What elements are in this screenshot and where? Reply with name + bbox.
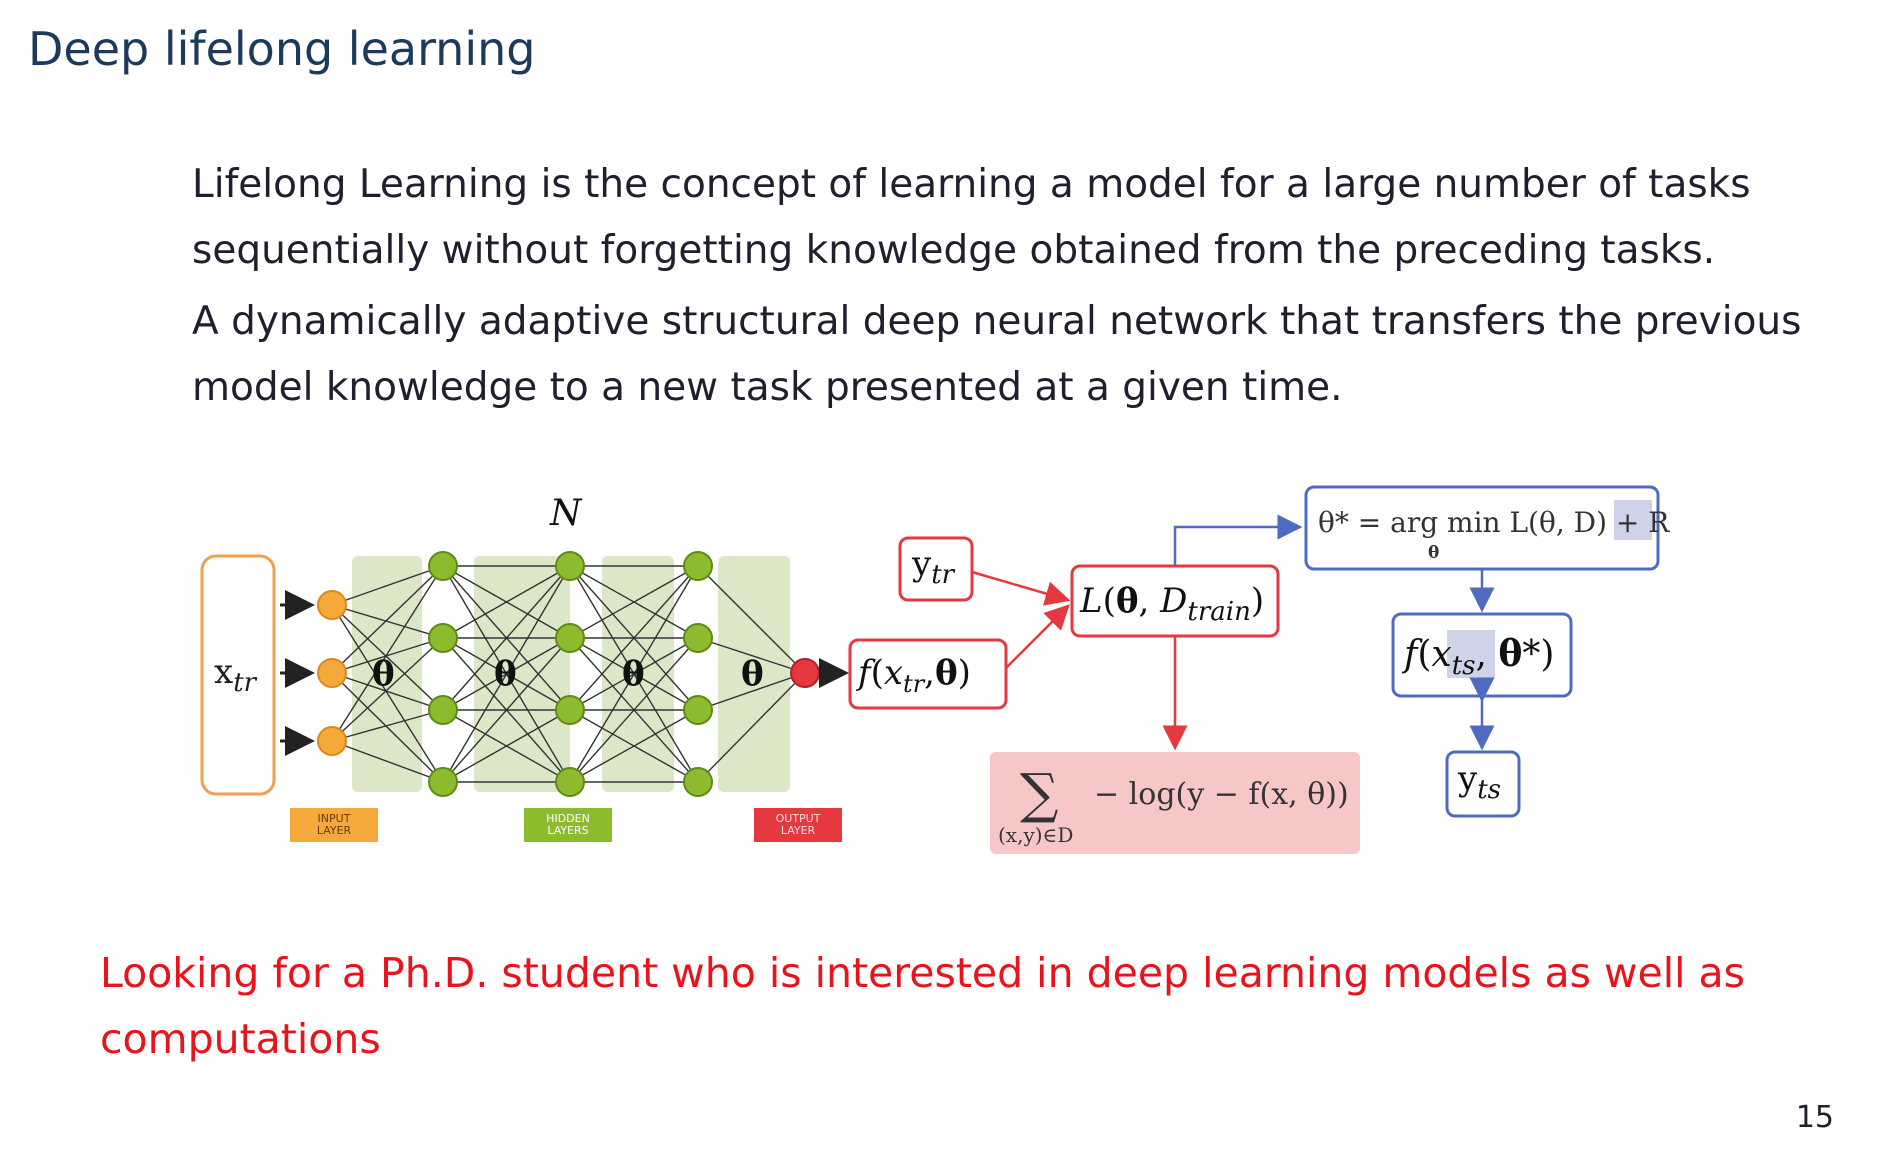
cta-line: Looking for a Ph.D. student who is inter…: [100, 949, 1746, 997]
input-node: [317, 658, 347, 688]
hidden-node: [683, 695, 713, 725]
theta-label-3: θ: [622, 654, 645, 694]
hidden-node: [555, 695, 585, 725]
sum-expression: − log(y − f(x, θ)): [1094, 777, 1349, 812]
page-number: 15: [1795, 1100, 1834, 1135]
hidden-node: [428, 623, 458, 653]
hidden-node: [428, 551, 458, 581]
hidden-node: [555, 551, 585, 581]
arrow-ytr-to-loss: [971, 570, 1071, 606]
hidden-node: [683, 623, 713, 653]
output-node: [790, 658, 820, 688]
hidden-node: [428, 695, 458, 725]
phd-call-to-action: Looking for a Ph.D. student who is inter…: [100, 940, 1745, 1072]
sum-under: (x,y)∈D: [998, 823, 1073, 847]
arrow-loss-to-argmin: [1173, 514, 1303, 566]
svg-text:LAYER: LAYER: [317, 824, 352, 837]
hidden-node: [555, 623, 585, 653]
hidden-node: [683, 767, 713, 797]
input-node: [317, 590, 347, 620]
theta-label-1: θ: [372, 654, 395, 694]
hidden-layers-tag: HIDDEN LAYERS: [524, 808, 612, 842]
hidden-node: [555, 767, 585, 797]
svg-text:LAYERS: LAYERS: [547, 824, 588, 837]
argmin-under: θ: [1428, 543, 1439, 563]
svg-text:LAYER: LAYER: [781, 824, 816, 837]
f-xts-label: f(xts, θ*): [1401, 633, 1554, 681]
hidden-node: [683, 551, 713, 581]
arrow-f-to-loss: [1005, 604, 1070, 669]
output-layer-tag: OUTPUT LAYER: [754, 808, 842, 842]
sum-symbol: ∑: [1020, 762, 1059, 825]
input-node: [317, 726, 347, 756]
theta-label-2: θ: [494, 654, 517, 694]
argmin-formula: θ* = arg min L(θ, D) + R: [1318, 506, 1670, 539]
input-layer-tag: INPUT LAYER: [290, 808, 378, 842]
cta-line: computations: [100, 1015, 381, 1063]
theta-label-4: θ: [741, 654, 764, 694]
hidden-node: [428, 767, 458, 797]
n-label: N: [549, 493, 583, 534]
